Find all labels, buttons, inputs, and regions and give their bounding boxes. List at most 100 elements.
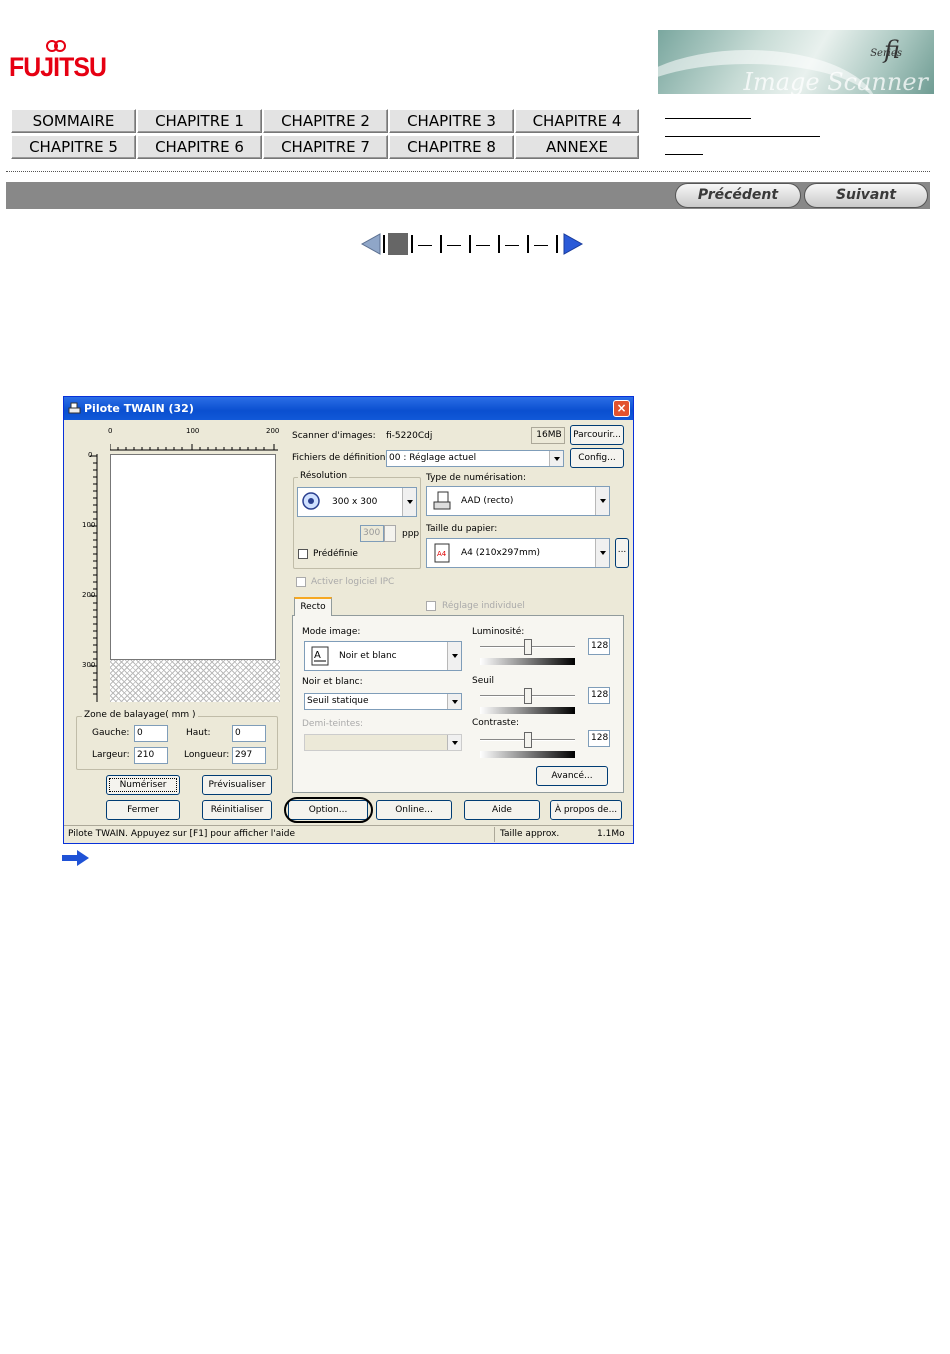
halftone-label: Demi-teintes: [302,719,364,729]
brightness-input[interactable]: 128 [588,638,610,655]
chapter-button-2[interactable]: CHAPITRE 2 [263,109,388,133]
chevron-down-icon[interactable] [447,642,461,670]
left-input[interactable]: 0 [134,725,168,742]
width-input[interactable]: 210 [134,747,168,764]
ruler-top-label-0: 0 [108,427,113,435]
status-text: Pilote TWAIN. Appuyez sur [F1] pour affi… [68,829,295,839]
pager-page-2[interactable] [418,245,432,246]
chevron-down-icon[interactable] [595,539,609,567]
paper-size-select[interactable]: A4 A4 (210x297mm) [426,538,610,568]
image-mode-icon: A [311,646,329,666]
fi-series-banner: fi Series Image Scanner [658,30,934,94]
ruler-top-label-100: 100 [186,427,200,435]
ruler-top-label-200: 200 [266,427,280,435]
about-button[interactable]: À propos de... [550,800,622,820]
ruler-left-label-200: 200 [82,591,96,599]
paper-size-label: Taille du papier: [426,524,498,534]
side-link-3[interactable] [665,154,703,155]
top-label: Haut: [186,728,211,738]
chevron-down-icon[interactable] [447,735,461,750]
svg-text:A4: A4 [437,550,447,558]
resolution-select[interactable]: 300 x 300 [297,487,417,517]
scan-button[interactable]: Numériser [106,775,180,795]
advanced-button[interactable]: Avancé... [536,766,608,786]
option-highlight-circle [284,797,373,823]
next-button[interactable]: Suivant [804,183,928,208]
left-label: Gauche: [92,728,130,738]
memory-indicator: 16MB [531,427,565,444]
close-button[interactable]: Fermer [106,800,180,820]
side-link-1[interactable] [665,118,751,119]
scan-type-select[interactable]: AAD (recto) [426,486,610,516]
chapter-button-8[interactable]: CHAPITRE 8 [389,135,514,159]
image-mode-select[interactable]: A Noir et blanc [304,641,462,671]
length-label: Longueur: [184,750,230,760]
online-button[interactable]: Online... [376,800,452,820]
image-mode-label: Mode image: [302,627,361,637]
dpi-input[interactable]: 300 [360,525,384,542]
side-link-2[interactable] [665,136,820,137]
ipc-label: Activer logiciel IPC [311,577,395,587]
individual-setting-checkbox[interactable] [426,601,436,611]
contrast-slider[interactable] [524,732,532,748]
chapter-button-1[interactable]: CHAPITRE 1 [137,109,262,133]
chapter-button-annexe[interactable]: ANNEXE [515,135,639,159]
pager-page-5[interactable] [505,245,519,246]
reset-button[interactable]: Réinitialiser [202,800,272,820]
chapter-button-7[interactable]: CHAPITRE 7 [263,135,388,159]
ruler-left-label-0: 0 [88,451,93,459]
bw-select[interactable]: Seuil statique [304,693,462,710]
pager-page-4[interactable] [476,245,490,246]
predefined-checkbox[interactable] [298,549,308,559]
chapter-button-6[interactable]: CHAPITRE 6 [137,135,262,159]
pager-next-arrow-icon[interactable] [562,233,584,255]
preview-out-of-area [110,660,280,702]
close-icon[interactable]: × [613,400,630,417]
resolution-label: Résolution [298,471,350,481]
scanner-label: Scanner d'images: [292,431,376,441]
tab-recto[interactable]: Recto [294,597,332,616]
previous-button[interactable]: Précédent [675,183,801,208]
bw-label: Noir et blanc: [302,677,363,687]
brightness-gradient [480,658,575,665]
paper-more-button[interactable]: ... [615,538,629,568]
browse-button[interactable]: Parcourir... [570,425,624,445]
chapter-button-5[interactable]: CHAPITRE 5 [11,135,136,159]
predefined-label: Prédéfinie [313,549,358,559]
chevron-down-icon[interactable] [447,694,461,709]
threshold-slider[interactable] [524,688,532,704]
individual-setting-label: Réglage individuel [442,601,525,611]
pager-prev-arrow-icon[interactable] [360,233,382,255]
chapter-button-sommaire[interactable]: SOMMAIRE [11,109,136,133]
twain-dialog: Pilote TWAIN (32) × 0 100 200 0 100 200 … [63,396,634,844]
chevron-down-icon[interactable] [402,488,416,516]
dpi-spinner[interactable] [384,525,396,542]
chevron-down-icon[interactable] [549,451,563,466]
chevron-down-icon[interactable] [595,487,609,515]
size-value: 1.1Mo [597,829,625,839]
contrast-input[interactable]: 128 [588,730,610,747]
pager-page-1-current[interactable] [388,233,408,255]
brightness-slider[interactable] [524,639,532,655]
width-label: Largeur: [92,750,130,760]
ipc-checkbox[interactable] [296,577,306,587]
threshold-input[interactable]: 128 [588,687,610,704]
top-input[interactable]: 0 [232,725,266,742]
preview-button[interactable]: Prévisualiser [202,775,272,795]
ruler-left-label-100: 100 [82,521,96,529]
chapter-button-4[interactable]: CHAPITRE 4 [515,109,639,133]
halftone-select[interactable] [304,734,462,751]
pager-page-6[interactable] [534,245,548,246]
brightness-label: Luminosité: [472,627,525,637]
preview-area[interactable] [110,454,276,660]
definition-file-select[interactable]: 00 : Réglage actuel [386,450,564,467]
contrast-label: Contraste: [472,718,520,728]
length-input[interactable]: 297 [232,747,266,764]
threshold-label: Seuil [472,676,494,686]
chapter-button-3[interactable]: CHAPITRE 3 [389,109,514,133]
config-button[interactable]: Config... [570,448,624,468]
help-button[interactable]: Aide [464,800,540,820]
resolution-icon [302,492,320,510]
paper-a4-icon: A4 [434,543,450,563]
pager-page-3[interactable] [447,245,461,246]
